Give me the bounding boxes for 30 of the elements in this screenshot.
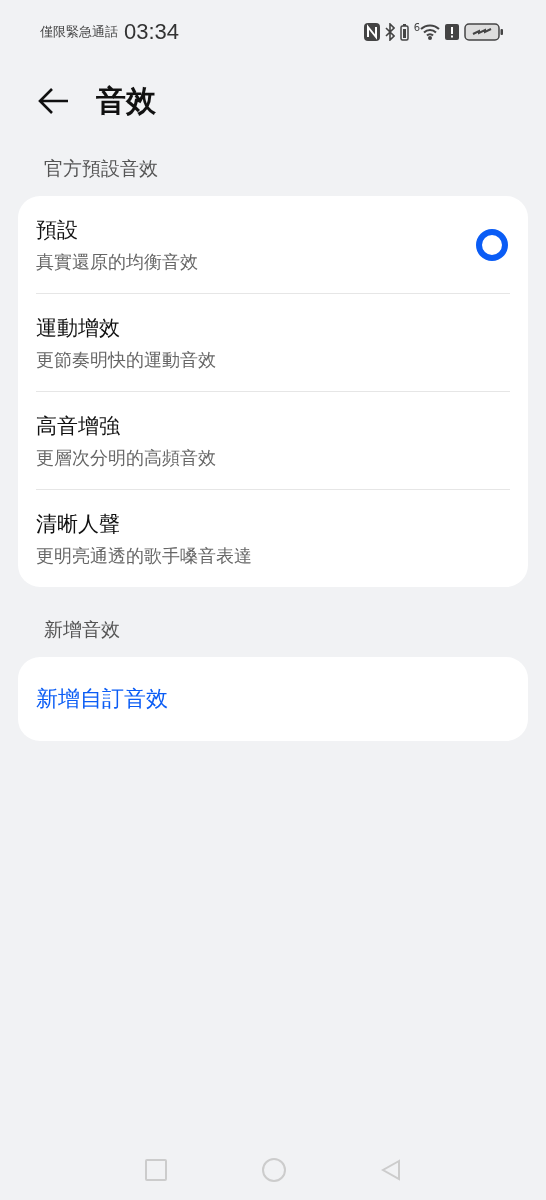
option-title: 運動增效 <box>36 314 121 342</box>
section-header: 官方預設音效 <box>43 156 159 181</box>
back-triangle-icon[interactable] <box>381 1159 401 1181</box>
page-title: 音效 <box>96 81 156 120</box>
sound-effect-option[interactable]: 運動增效 更節奏明快的運動音效 <box>36 294 510 392</box>
option-description: 更層次分明的高頻音效 <box>36 445 217 470</box>
alert-icon <box>445 23 459 41</box>
home-icon[interactable] <box>262 1158 286 1182</box>
option-title: 清晰人聲 <box>36 510 121 538</box>
option-title: 預設 <box>36 216 79 244</box>
radio-button[interactable] <box>476 228 508 261</box>
battery-charging-icon <box>464 22 504 42</box>
option-description: 更節奏明快的運動音效 <box>36 347 217 372</box>
option-description: 真實還原的均衡音效 <box>36 249 199 274</box>
option-description: 更明亮通透的歌手嗓音表達 <box>36 543 253 568</box>
sound-effect-option[interactable]: 清晰人聲 更明亮通透的歌手嗓音表達 <box>36 490 510 587</box>
carrier-text: 僅限緊急通話 <box>40 23 118 41</box>
back-arrow-icon[interactable] <box>38 87 70 115</box>
section-header: 新增音效 <box>43 617 121 642</box>
clock: 03:34 <box>124 19 180 45</box>
battery-small-icon <box>399 23 409 41</box>
wifi-standard-label: 6 <box>413 22 420 33</box>
recents-icon[interactable] <box>145 1159 167 1181</box>
bluetooth-icon <box>384 23 395 41</box>
sound-effect-option[interactable]: 預設 真實還原的均衡音效 <box>36 196 510 294</box>
add-custom-link[interactable]: 新增自訂音效 <box>36 684 168 714</box>
option-title: 高音增強 <box>36 412 121 440</box>
sound-effect-option[interactable]: 高音增強 更層次分明的高頻音效 <box>36 392 510 490</box>
nfc-icon <box>363 23 380 41</box>
wifi-icon <box>420 24 440 40</box>
